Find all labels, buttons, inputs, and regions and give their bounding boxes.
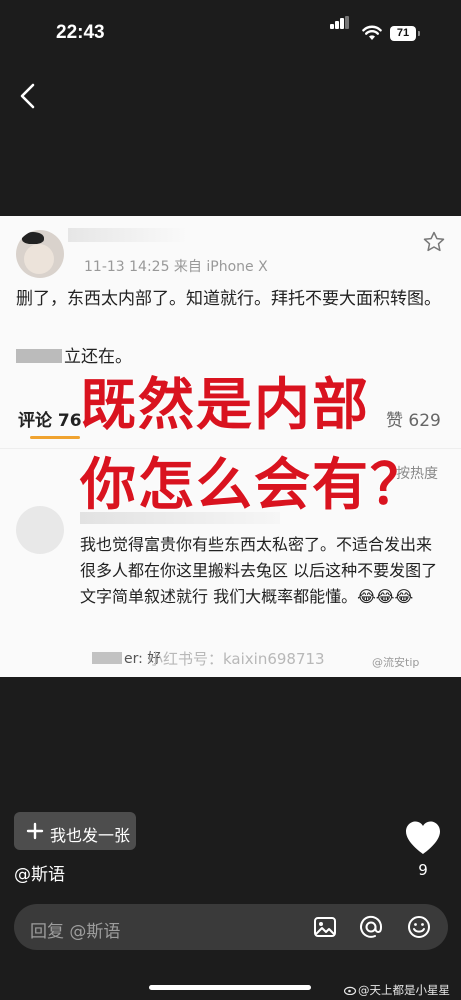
status-bar: 22:43 71 — [0, 0, 461, 64]
status-time: 22:43 — [56, 22, 105, 43]
add-photo-button[interactable]: 我也发一张 — [14, 812, 136, 850]
heart-icon[interactable] — [404, 820, 442, 856]
author-handle[interactable]: @斯语 — [14, 860, 65, 885]
weibo-mark: @流安tip — [372, 656, 420, 669]
home-indicator — [149, 985, 311, 990]
likes-tab: 赞 629 — [386, 411, 441, 431]
original-avatar — [16, 230, 64, 278]
like-count: 9 — [418, 861, 428, 879]
original-post-meta: 11-13 14:25 来自 iPhone X — [84, 259, 268, 275]
reply-input[interactable]: 回复 @斯语 — [14, 904, 448, 950]
emoji-icon[interactable] — [406, 914, 432, 940]
image-watermark: 小红书号：kaixin698713 — [148, 650, 325, 668]
overlay-caption-line-2: 你怎么会有？ — [80, 453, 428, 518]
commenter-avatar — [16, 506, 64, 554]
wifi-icon — [362, 25, 382, 40]
reply-placeholder: 回复 @斯语 — [30, 922, 121, 942]
battery-icon: 71 — [390, 26, 420, 41]
comments-tab: 评论 76 — [18, 411, 82, 431]
blurred-username — [68, 228, 188, 242]
back-icon[interactable] — [12, 80, 44, 112]
plus-icon — [26, 822, 44, 840]
star-icon — [423, 231, 445, 252]
post-image[interactable]: 11-13 14:25 来自 iPhone X 删了，东西太内部了。知道就行。拜… — [0, 216, 461, 677]
weibo-icon — [343, 986, 357, 996]
weibo-watermark: @天上都是小星星 — [343, 982, 450, 998]
add-photo-label: 我也发一张 — [50, 826, 131, 845]
original-post-text: 删了，东西太内部了。知道就行。拜托不要大面积转图。 — [16, 289, 441, 309]
overlay-caption-line-1: 既然是内部 — [80, 373, 370, 438]
image-icon[interactable] — [312, 914, 338, 940]
comment-text: 我也觉得富贵你有些东西太私密了。不适合发出来 很多人都在你这里搬料去兔区 以后这… — [80, 535, 438, 606]
at-icon[interactable] — [358, 914, 384, 940]
tab-underline — [30, 436, 80, 439]
